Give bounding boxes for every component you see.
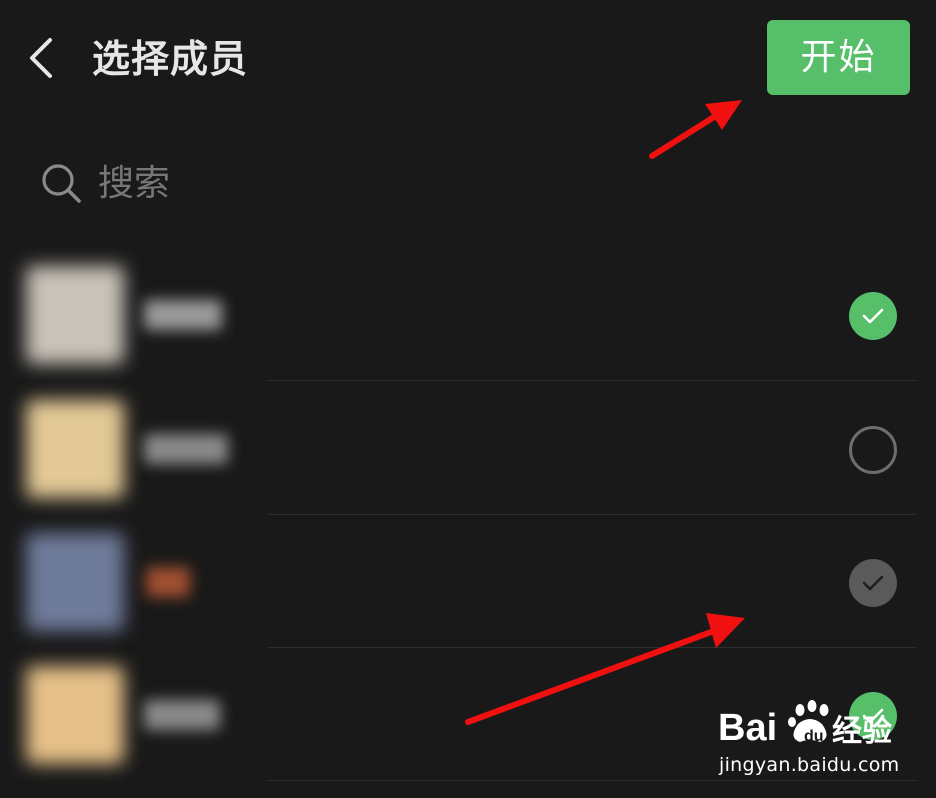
baidu-logo-icon: Bai du 经验 [718, 700, 892, 748]
svg-text:Bai: Bai [718, 707, 777, 748]
search-bar[interactable] [30, 150, 450, 216]
member-name-blurred [144, 300, 222, 330]
svg-text:经验: 经验 [832, 714, 892, 748]
member-row[interactable] [0, 382, 936, 515]
member-checkbox-unchecked[interactable] [849, 426, 897, 474]
divider [268, 380, 916, 381]
member-row[interactable] [0, 515, 936, 648]
member-name-blurred [146, 567, 190, 597]
member-checkbox-checked[interactable] [849, 292, 897, 340]
divider [268, 780, 916, 781]
baidu-jingyan-watermark: Bai du 经验 jingyan.baidu.com [716, 700, 916, 780]
back-button[interactable] [22, 30, 62, 86]
member-row[interactable] [0, 248, 936, 381]
watermark-url: jingyan.baidu.com [719, 754, 900, 776]
avatar [26, 533, 124, 631]
page-title: 选择成员 [92, 37, 249, 81]
member-name-blurred [144, 700, 220, 730]
avatar [26, 266, 124, 364]
avatar [26, 666, 124, 764]
avatar [26, 400, 124, 498]
checkmark-icon [862, 575, 884, 591]
svg-text:du: du [804, 728, 824, 745]
chevron-left-icon [30, 38, 52, 78]
annotation-arrow-start [649, 100, 742, 159]
select-members-screen: 选择成员 开始 搜索 Bai du 经验 jingyan.baidu.com [0, 0, 936, 798]
checkmark-icon [862, 308, 884, 324]
search-input[interactable] [98, 154, 438, 212]
start-button[interactable]: 开始 [767, 20, 910, 95]
member-checkbox-preselected [849, 559, 897, 607]
search-icon [42, 164, 81, 203]
member-name-blurred [144, 434, 228, 464]
